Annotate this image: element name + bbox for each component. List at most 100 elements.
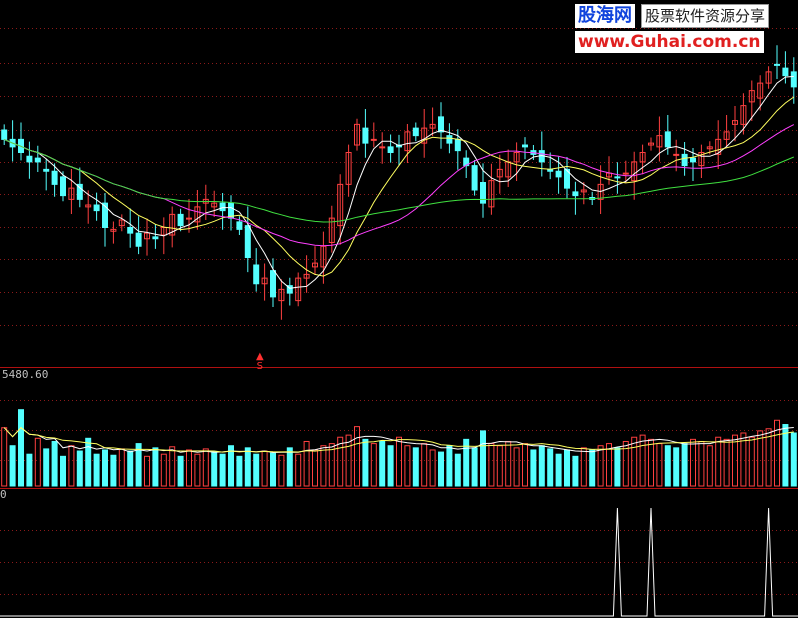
volume-bar	[387, 445, 394, 487]
volume-bar	[614, 447, 621, 487]
volume-bar	[471, 447, 478, 487]
volume-bar	[438, 451, 444, 487]
volume-bar	[354, 426, 360, 487]
volume-bar	[715, 436, 722, 487]
volume-bar	[748, 436, 755, 487]
candle-body	[446, 135, 453, 144]
candle-body	[471, 165, 478, 191]
watermark-logo: 股海网 股票软件资源分享 www.Guhai.com.cn	[575, 4, 795, 54]
volume-bar	[362, 438, 369, 487]
volume-bar	[723, 438, 730, 487]
candle-body	[774, 63, 780, 66]
candle-body	[438, 116, 444, 133]
volume-bar	[421, 443, 428, 487]
signal-pane-label: 0	[0, 488, 7, 501]
candle-body	[412, 127, 419, 137]
candle-body	[622, 172, 629, 175]
candle-body	[253, 264, 260, 285]
volume-bar	[564, 449, 570, 487]
candle-body	[60, 176, 66, 197]
volume-bar	[102, 449, 108, 487]
volume-bar	[606, 443, 612, 487]
volume-bar	[26, 453, 33, 487]
candle-body	[219, 202, 226, 212]
volume-bar	[18, 409, 24, 487]
volume-bar	[303, 440, 310, 487]
candle-body	[379, 146, 386, 149]
volume-bar	[513, 447, 520, 487]
volume-bar	[34, 437, 41, 487]
candle-body	[370, 138, 377, 141]
volume-bar	[673, 447, 680, 487]
volume-bar	[454, 453, 461, 487]
volume-bar	[160, 453, 167, 487]
volume-bars	[1, 409, 797, 487]
volume-bar	[278, 454, 285, 487]
volume-bar	[177, 455, 184, 487]
volume-bar	[93, 453, 100, 487]
volume-bar	[488, 443, 495, 487]
watermark-brand: 股海网	[575, 4, 635, 28]
candle-body	[127, 227, 134, 234]
volume-bar	[396, 436, 402, 487]
candle-body	[782, 67, 789, 77]
ma5-line	[3, 75, 794, 289]
volume-bar	[412, 447, 419, 487]
volume-bar	[152, 447, 159, 487]
candle-body	[135, 232, 142, 247]
volume-bar	[110, 454, 117, 487]
candle-body	[236, 221, 243, 230]
candle-body	[177, 213, 184, 227]
volume-bar	[572, 455, 579, 487]
volume-bar	[580, 447, 587, 487]
candle-body	[26, 155, 33, 163]
volume-bar	[631, 436, 638, 487]
volume-bar	[43, 448, 50, 487]
volume-bar	[505, 440, 512, 487]
candle-body	[152, 236, 159, 240]
candle-body	[244, 225, 251, 258]
candle-body	[362, 127, 369, 144]
volume-bar	[597, 445, 604, 487]
volume-bar	[664, 445, 671, 487]
volume-bar	[370, 443, 377, 487]
volume-bar	[379, 440, 386, 487]
volume-bar	[480, 430, 486, 487]
volume-bar	[295, 453, 302, 487]
volume-bar	[68, 445, 75, 487]
volume-bar	[698, 440, 705, 487]
volume-bar	[186, 449, 192, 487]
volume-bar	[51, 440, 58, 487]
stock-chart[interactable]	[0, 0, 798, 618]
volume-bar	[9, 445, 16, 487]
candle-body	[572, 191, 579, 197]
candle-body	[790, 71, 797, 88]
volume-bar	[76, 450, 83, 487]
volume-bar	[169, 446, 176, 487]
watermark-tagline: 股票软件资源分享	[641, 4, 770, 28]
volume-bar	[690, 438, 696, 487]
volume-bar	[496, 445, 503, 487]
candle-body	[480, 182, 486, 204]
volume-bar	[555, 453, 562, 487]
candle-body	[270, 270, 276, 298]
volume-bar	[202, 448, 209, 487]
volume-bar	[429, 449, 436, 487]
candle-body	[51, 170, 58, 185]
volume-bar	[538, 445, 545, 487]
candle-body	[454, 138, 461, 152]
candle-body	[34, 157, 41, 163]
watermark-url: www.Guhai.com.cn	[575, 31, 764, 53]
candle-body	[387, 146, 394, 153]
volume-bar	[236, 455, 243, 487]
volume-bar	[648, 438, 654, 487]
signal-spikes	[0, 507, 798, 617]
candle-body	[93, 204, 100, 212]
volume-bar	[261, 450, 268, 487]
volume-bar	[790, 432, 797, 487]
volume-bar	[547, 448, 554, 487]
volume-bar	[270, 452, 276, 487]
volume-bar	[706, 445, 713, 487]
volume-bar	[127, 450, 134, 487]
candle-body	[1, 129, 8, 140]
